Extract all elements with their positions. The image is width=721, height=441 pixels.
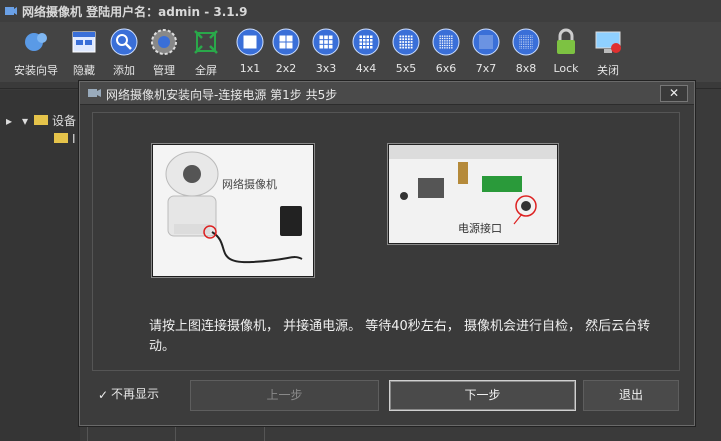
toolbar-button-label: 4x4: [355, 62, 377, 75]
toolbar-button-label: 管理: [153, 64, 175, 77]
main-toolbar: 安装向导 隐藏 添加 管理 全屏 1x1 2x2 3x3 4x4 5x5 6x6 7x7 8x8 Lock…: [0, 22, 721, 82]
dialog-title: 网络摄像机安装向导-连接电源 第1步 共5步: [106, 88, 338, 102]
power-port-photo: 电源接口: [387, 143, 559, 245]
tree-node-devices[interactable]: 设备: [34, 112, 76, 129]
dialog-title-bar: 网络摄像机安装向导-连接电源 第1步 共5步 ✕: [80, 82, 694, 105]
folder-icon: [34, 115, 48, 125]
toolbar-button-label: 安装向导: [14, 64, 58, 77]
checkbox-check-icon: ✓: [98, 388, 109, 402]
toolbar-button-label: 添加: [113, 64, 135, 77]
toolbar-button-5x5[interactable]: 5x5: [384, 28, 428, 80]
toolbar-button-label: 5x5: [395, 62, 417, 75]
toolbar-button-label: 3x3: [315, 62, 337, 75]
camera-caption: 网络摄像机: [222, 178, 277, 191]
lock-icon: [552, 28, 580, 56]
previous-step-button[interactable]: 上一步: [190, 380, 379, 411]
toolbar-button-关闭[interactable]: 关闭: [586, 28, 630, 80]
toolbar-button-安装向导[interactable]: 安装向导: [14, 28, 58, 80]
layout-4x4-icon: [352, 28, 380, 56]
camera-connection-photo: 网络摄像机: [151, 143, 315, 278]
layout-7x7-icon: [472, 28, 500, 56]
wizard-icon: [22, 28, 50, 56]
setup-wizard-dialog: 网络摄像机安装向导-连接电源 第1步 共5步 ✕ 网络摄像机 电源接口 请按上图…: [79, 81, 695, 426]
toolbar-button-7x7[interactable]: 7x7: [464, 28, 508, 80]
layout-3x3-icon: [312, 28, 340, 56]
close-monitor-icon: [594, 28, 622, 56]
fullscreen-icon: [192, 28, 220, 56]
toolbar-button-label: 2x2: [275, 62, 297, 75]
toolbar-button-3x3[interactable]: 3x3: [304, 28, 348, 80]
toolbar-button-label: 6x6: [435, 62, 457, 75]
power-port-caption: 电源接口: [458, 222, 502, 235]
layout-1x1-icon: [236, 28, 264, 56]
toolbar-button-管理[interactable]: 管理: [142, 28, 186, 80]
tree-collapse-icon[interactable]: ▾: [22, 114, 28, 128]
toolbar-button-全屏[interactable]: 全屏: [184, 28, 228, 80]
toolbar-button-lock[interactable]: Lock: [544, 28, 588, 80]
wizard-content-frame: 网络摄像机 电源接口 请按上图连接摄像机， 并接通电源。 等待40秒左右， 摄像…: [92, 112, 680, 371]
toolbar-button-label: 8x8: [515, 62, 537, 75]
toolbar-button-label: 关闭: [597, 64, 619, 77]
app-title: 网络摄像机 登陆用户名：admin - 3.1.9: [22, 5, 248, 19]
exit-button[interactable]: 退出: [583, 380, 679, 411]
camera-illustration: [152, 144, 314, 277]
camera-icon: [88, 89, 101, 97]
toolbar-button-label: 隐藏: [73, 64, 95, 77]
toolbar-button-label: Lock: [553, 62, 579, 75]
camera-app-icon: [5, 7, 17, 15]
gear-icon: [150, 28, 178, 56]
toolbar-button-label: 7x7: [475, 62, 497, 75]
dont-show-again-checkbox[interactable]: ✓ 不再显示: [98, 385, 159, 402]
layout-8x8-icon: [512, 28, 540, 56]
layout-6x6-icon: [432, 28, 460, 56]
layout-2x2-icon: [272, 28, 300, 56]
toolbar-button-6x6[interactable]: 6x6: [424, 28, 468, 80]
hide-window-icon: [70, 28, 98, 56]
toolbar-button-8x8[interactable]: 8x8: [504, 28, 548, 80]
dialog-close-button[interactable]: ✕: [660, 85, 688, 102]
toolbar-button-label: 全屏: [195, 64, 217, 77]
wizard-instruction-text: 请按上图连接摄像机， 并接通电源。 等待40秒左右， 摄像机会进行自检， 然后云…: [149, 319, 651, 354]
toolbar-button-隐藏[interactable]: 隐藏: [62, 28, 106, 80]
tree-expander-icon[interactable]: ▸: [6, 114, 12, 128]
toolbar-button-2x2[interactable]: 2x2: [264, 28, 308, 80]
layout-5x5-icon: [392, 28, 420, 56]
toolbar-button-4x4[interactable]: 4x4: [344, 28, 388, 80]
app-title-bar: 网络摄像机 登陆用户名：admin - 3.1.9: [0, 0, 721, 22]
checkbox-label: 不再显示: [111, 387, 160, 401]
folder-icon: [54, 133, 68, 143]
tree-node-child[interactable]: I: [54, 132, 76, 146]
search-icon: [110, 28, 138, 56]
toolbar-button-添加[interactable]: 添加: [102, 28, 146, 80]
next-step-button[interactable]: 下一步: [389, 380, 576, 411]
device-tree-panel: ▸ ▾ 设备 I: [0, 90, 80, 441]
